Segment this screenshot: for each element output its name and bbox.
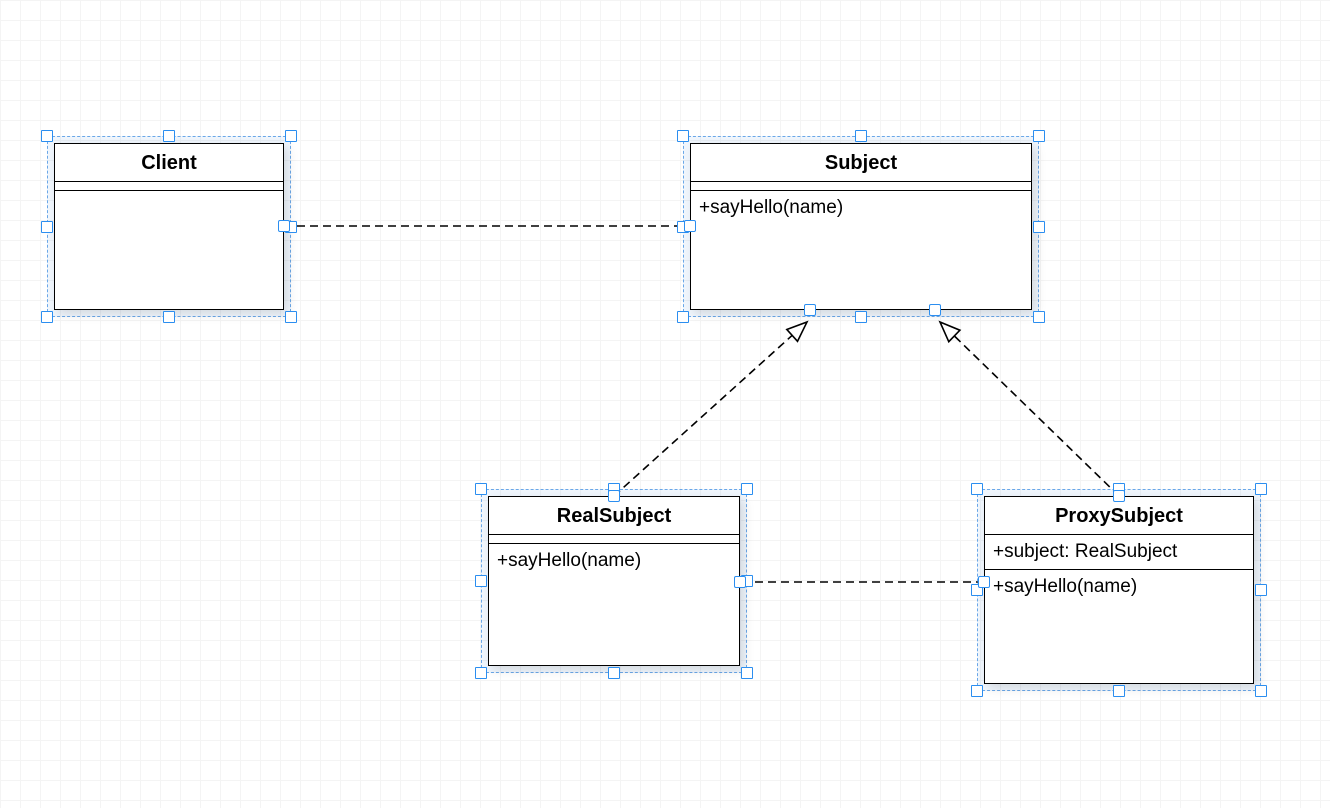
node-title: Client xyxy=(55,144,283,181)
selection-handle[interactable] xyxy=(971,483,983,495)
edge-endpoint-handle[interactable] xyxy=(978,576,990,588)
selection-handle[interactable] xyxy=(677,311,689,323)
node-realsubject[interactable]: RealSubject +sayHello(name) xyxy=(488,496,740,666)
connector-layer xyxy=(0,0,1330,808)
selection-handle[interactable] xyxy=(163,311,175,323)
node-attribute: +subject: RealSubject xyxy=(985,535,1253,569)
selection-handle[interactable] xyxy=(475,667,487,679)
selection-handle[interactable] xyxy=(475,575,487,587)
edge-endpoint-handle[interactable] xyxy=(804,304,816,316)
edge-endpoint-handle[interactable] xyxy=(734,576,746,588)
selection-handle[interactable] xyxy=(608,667,620,679)
edge-realsubject-subject[interactable] xyxy=(614,322,807,496)
selection-handle[interactable] xyxy=(163,130,175,142)
edge-proxysubject-subject[interactable] xyxy=(940,322,1119,496)
selection-handle[interactable] xyxy=(475,483,487,495)
selection-handle[interactable] xyxy=(1255,584,1267,596)
node-method: +sayHello(name) xyxy=(489,544,739,578)
selection-handle[interactable] xyxy=(41,130,53,142)
selection-handle[interactable] xyxy=(1255,685,1267,697)
node-proxysubject[interactable]: ProxySubject +subject: RealSubject +sayH… xyxy=(984,496,1254,684)
selection-handle[interactable] xyxy=(41,221,53,233)
selection-handle[interactable] xyxy=(971,685,983,697)
selection-handle[interactable] xyxy=(1113,685,1125,697)
node-method: +sayHello(name) xyxy=(985,570,1253,604)
selection-handle[interactable] xyxy=(41,311,53,323)
selection-handle[interactable] xyxy=(1033,311,1045,323)
edge-endpoint-handle[interactable] xyxy=(278,220,290,232)
selection-handle[interactable] xyxy=(285,130,297,142)
edge-endpoint-handle[interactable] xyxy=(1113,490,1125,502)
selection-handle[interactable] xyxy=(677,130,689,142)
selection-handle[interactable] xyxy=(285,311,297,323)
selection-handle[interactable] xyxy=(1255,483,1267,495)
selection-handle[interactable] xyxy=(855,311,867,323)
selection-handle[interactable] xyxy=(855,130,867,142)
node-method: +sayHello(name) xyxy=(691,191,1031,225)
selection-handle[interactable] xyxy=(1033,221,1045,233)
node-subject[interactable]: Subject +sayHello(name) xyxy=(690,143,1032,310)
node-client[interactable]: Client xyxy=(54,143,284,310)
selection-handle[interactable] xyxy=(1033,130,1045,142)
node-title: RealSubject xyxy=(489,497,739,534)
selection-handle[interactable] xyxy=(741,667,753,679)
node-title: Subject xyxy=(691,144,1031,181)
edge-endpoint-handle[interactable] xyxy=(684,220,696,232)
node-title: ProxySubject xyxy=(985,497,1253,534)
selection-handle[interactable] xyxy=(741,483,753,495)
edge-endpoint-handle[interactable] xyxy=(608,490,620,502)
edge-endpoint-handle[interactable] xyxy=(929,304,941,316)
